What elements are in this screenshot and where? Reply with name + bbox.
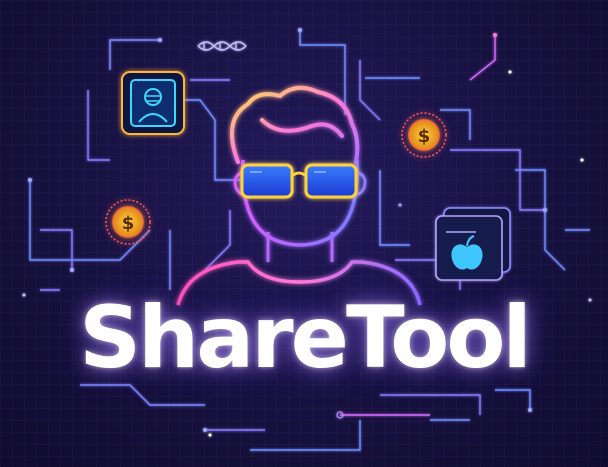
dollar-coin-icon: $ xyxy=(105,199,151,245)
brand-wordmark: ShareTool xyxy=(79,288,532,388)
profile-card-icon xyxy=(121,71,185,135)
svg-text:$: $ xyxy=(122,213,135,234)
apple-file-icon xyxy=(435,207,511,281)
dna-helix-icon xyxy=(197,41,247,51)
dollar-coin-icon: $ xyxy=(401,112,447,158)
logo-canvas: $ $ ShareTool xyxy=(0,0,608,467)
svg-text:$: $ xyxy=(418,126,431,147)
illustration: $ $ xyxy=(22,28,592,451)
